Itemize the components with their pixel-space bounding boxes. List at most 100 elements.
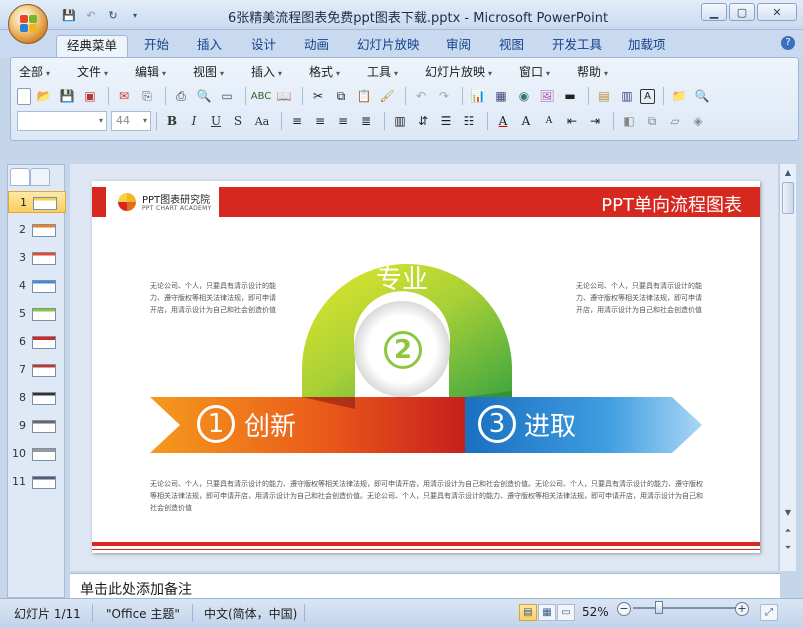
open-folder-icon-2[interactable]: 📁 — [669, 86, 689, 106]
tab-view[interactable]: 视图 — [499, 35, 524, 58]
slide-thumbnail-9[interactable]: 9 — [8, 415, 66, 437]
italic-button[interactable]: I — [184, 111, 204, 131]
zoom-out-icon[interactable]: − — [617, 602, 631, 616]
slideshow-view-icon[interactable]: ▭ — [557, 604, 575, 621]
slides-tab-icon[interactable] — [10, 168, 30, 186]
bullets-icon[interactable]: ☰ — [436, 111, 456, 131]
undo-icon[interactable]: ↶ — [82, 7, 100, 23]
close-button[interactable]: ✕ — [757, 3, 797, 21]
slide-canvas[interactable]: PPT图表研究院 PPT CHART ACADEMY PPT单向流程图表 无论公… — [92, 181, 760, 553]
menu-help[interactable]: 帮助 ▾ — [577, 63, 608, 80]
save-icon[interactable]: 💾 — [57, 86, 77, 106]
outline-tab-icon[interactable] — [30, 168, 50, 186]
fit-to-window-icon[interactable]: ⤢ — [760, 604, 778, 621]
decrease-indent-icon[interactable]: ⇤ — [562, 111, 582, 131]
web-icon[interactable]: ◉ — [514, 86, 534, 106]
spelling-icon[interactable]: ABC — [251, 86, 272, 106]
normal-view-icon[interactable]: ▤ — [519, 604, 537, 621]
view-icon[interactable]: ▭ — [217, 86, 237, 106]
zoom-slider-knob[interactable] — [655, 601, 663, 614]
vertical-scrollbar[interactable]: ▲ ▼ ⏶ ⏷ — [779, 164, 796, 571]
slide-sorter-view-icon[interactable]: ▦ — [538, 604, 556, 621]
menu-view[interactable]: 视图 ▾ — [193, 63, 224, 80]
menu-insert[interactable]: 插入 ▾ — [251, 63, 282, 80]
tab-home[interactable]: 开始 — [144, 35, 169, 58]
permission-icon[interactable]: ▣ — [80, 86, 100, 106]
menu-all[interactable]: 全部 ▾ — [19, 63, 50, 80]
email-icon[interactable]: ✉ — [114, 86, 134, 106]
chart-icon[interactable]: 📊 — [468, 86, 488, 106]
language-indicator[interactable]: 中文(简体，中国) — [204, 605, 297, 622]
numbering-icon[interactable]: ☷ — [459, 111, 479, 131]
tab-review[interactable]: 审阅 — [446, 35, 471, 58]
next-slide-icon[interactable]: ⏷ — [782, 542, 794, 554]
menu-window[interactable]: 窗口 ▾ — [519, 63, 550, 80]
shrink-font-icon[interactable]: A — [539, 111, 559, 131]
menu-slideshow[interactable]: 幻灯片放映 ▾ — [425, 63, 492, 80]
menu-edit[interactable]: 编辑 ▾ — [135, 63, 166, 80]
menu-format[interactable]: 格式 ▾ — [309, 63, 340, 80]
slide-thumbnail-2[interactable]: 2 — [8, 219, 66, 241]
columns-icon[interactable]: ▥ — [390, 111, 410, 131]
slide-thumbnail-4[interactable]: 4 — [8, 275, 66, 297]
help-icon[interactable]: ? — [781, 36, 795, 50]
align-left-icon[interactable]: ≡ — [287, 111, 307, 131]
menu-tools[interactable]: 工具 ▾ — [367, 63, 398, 80]
font-color-icon[interactable]: A — [493, 111, 513, 131]
office-button[interactable] — [8, 4, 48, 44]
align-center-icon[interactable]: ≡ — [310, 111, 330, 131]
maximize-button[interactable]: ▢ — [729, 3, 755, 21]
slide-thumbnail-5[interactable]: 5 — [8, 303, 66, 325]
customize-qat-icon[interactable]: ▾ — [126, 7, 144, 23]
zoom-level[interactable]: 52% — [582, 605, 609, 619]
tab-insert[interactable]: 插入 — [197, 35, 222, 58]
bold-button[interactable]: B — [162, 111, 182, 131]
copy-icon[interactable]: ⧉ — [331, 86, 351, 106]
tab-design[interactable]: 设计 — [251, 35, 276, 58]
previous-slide-icon[interactable]: ⏶ — [782, 525, 794, 537]
shape-fill-icon[interactable]: ◈ — [688, 111, 708, 131]
shapes-icon[interactable]: ◧ — [619, 111, 639, 131]
scroll-down-icon[interactable]: ▼ — [782, 507, 794, 519]
change-case-button[interactable]: Aa — [250, 111, 274, 131]
slide-layout-icon[interactable]: ▥ — [617, 86, 637, 106]
save-icon[interactable]: 💾 — [60, 7, 78, 23]
new-slide-icon[interactable]: ▤ — [594, 86, 614, 106]
slide-thumbnail-1[interactable]: 1 — [8, 191, 66, 213]
slide-thumbnail-11[interactable]: 11 — [8, 471, 66, 493]
slide-thumbnail-10[interactable]: 10 — [8, 443, 66, 465]
align-right-icon[interactable]: ≡ — [333, 111, 353, 131]
print-preview-icon[interactable]: 🔍 — [194, 86, 214, 106]
paste-icon[interactable]: 📋 — [354, 86, 374, 106]
zoom-slider-track[interactable] — [633, 607, 739, 609]
text-direction-icon[interactable]: ⇵ — [413, 111, 433, 131]
undo-icon[interactable]: ↶ — [411, 86, 431, 106]
new-document-icon[interactable] — [17, 87, 31, 105]
open-folder-icon[interactable]: 📂 — [34, 86, 54, 106]
notes-pane[interactable]: 单击此处添加备注 — [70, 573, 780, 598]
font-size-combo[interactable]: 44 ▾ — [111, 111, 151, 131]
picture-icon[interactable]: 🖼 — [537, 86, 557, 106]
table-icon[interactable]: ▦ — [491, 86, 511, 106]
research-icon[interactable]: 📖 — [274, 86, 294, 106]
format-painter-icon[interactable]: 🖌 — [377, 86, 397, 106]
scroll-up-icon[interactable]: ▲ — [782, 167, 794, 179]
cut-icon[interactable]: ✂ — [308, 86, 328, 106]
quick-styles-icon[interactable]: ▱ — [665, 111, 685, 131]
increase-indent-icon[interactable]: ⇥ — [585, 111, 605, 131]
redo-icon[interactable]: ↻ — [104, 7, 122, 23]
publish-icon[interactable]: ⎘ — [137, 86, 157, 106]
shadow-button[interactable]: S — [228, 111, 248, 131]
slide-thumbnail-7[interactable]: 7 — [8, 359, 66, 381]
tab-animation[interactable]: 动画 — [304, 35, 329, 58]
print-icon[interactable]: ⎙ — [171, 86, 191, 106]
minimize-button[interactable]: ▁ — [701, 3, 727, 21]
find-icon[interactable]: 🔍 — [692, 86, 712, 106]
slide-thumbnail-8[interactable]: 8 — [8, 387, 66, 409]
zoom-in-icon[interactable]: + — [735, 602, 749, 616]
grow-font-icon[interactable]: A — [516, 111, 536, 131]
text-box-icon[interactable]: A — [640, 88, 655, 104]
redo-icon[interactable]: ↷ — [434, 86, 454, 106]
tab-addins[interactable]: 加载项 — [628, 35, 666, 58]
scroll-thumb[interactable] — [782, 182, 794, 214]
